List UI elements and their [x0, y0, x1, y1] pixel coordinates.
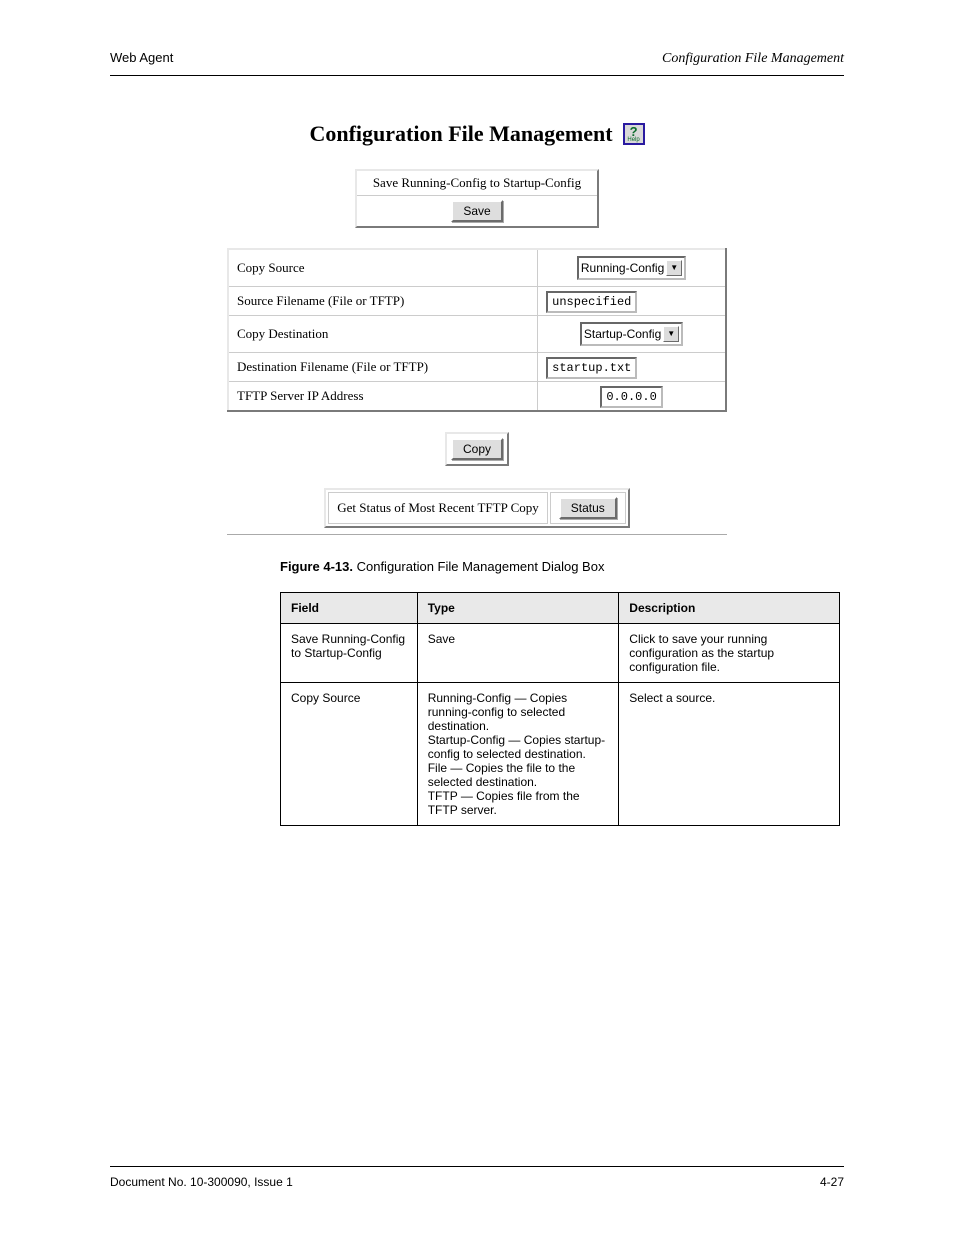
source-filename-input[interactable]: unspecified: [546, 291, 637, 313]
header-left: Web Agent: [110, 50, 173, 65]
status-caption: Get Status of Most Recent TFTP Copy: [328, 492, 548, 524]
label-copy-source: Copy Source: [228, 249, 538, 287]
th-description: Description: [619, 593, 840, 624]
header-right: Configuration File Management: [662, 51, 844, 67]
save-config-panel: Save Running-Config to Startup-Config Sa…: [355, 169, 599, 228]
save-button[interactable]: Save: [451, 200, 502, 222]
copy-button[interactable]: Copy: [451, 438, 503, 460]
help-icon[interactable]: ? Help: [623, 123, 645, 145]
th-field: Field: [281, 593, 418, 624]
figure-caption: Figure 4-13. Configuration File Manageme…: [280, 559, 844, 574]
page-footer: Document No. 10-300090, Issue 1 4-27: [110, 1166, 844, 1189]
panel-title: Configuration File Management: [309, 121, 612, 147]
footer-left: Document No. 10-300090, Issue 1: [110, 1175, 293, 1189]
field-description-table: Field Type Description Save Running-Conf…: [280, 592, 840, 826]
save-config-caption: Save Running-Config to Startup-Config: [357, 171, 597, 196]
config-file-mgmt-panel: Configuration File Management ? Help Sav…: [227, 121, 727, 535]
th-type: Type: [417, 593, 619, 624]
footer-rule: [110, 1166, 844, 1167]
copy-button-frame: Copy: [445, 432, 509, 466]
tftp-ip-input[interactable]: 0.0.0.0: [600, 386, 662, 408]
status-panel: Get Status of Most Recent TFTP Copy Stat…: [324, 488, 630, 528]
label-tftp-ip: TFTP Server IP Address: [228, 382, 538, 412]
label-copy-destination: Copy Destination: [228, 316, 538, 353]
label-source-filename: Source Filename (File or TFTP): [228, 287, 538, 316]
destination-filename-input[interactable]: startup.txt: [546, 357, 637, 379]
copy-source-select[interactable]: Running-Config ▼: [577, 256, 686, 280]
chevron-down-icon: ▼: [663, 326, 679, 342]
copy-form-table: Copy Source Running-Config ▼ Source File…: [227, 248, 727, 412]
table-row: Copy Source Running-Config — Copies runn…: [281, 683, 840, 826]
footer-right: 4-27: [820, 1175, 844, 1189]
page-header: Web Agent Configuration File Management: [110, 50, 844, 67]
label-destination-filename: Destination Filename (File or TFTP): [228, 353, 538, 382]
header-rule: [110, 75, 844, 76]
table-row: Save Running-Config to Startup-Config Sa…: [281, 624, 840, 683]
status-button[interactable]: Status: [559, 497, 617, 519]
chevron-down-icon: ▼: [666, 260, 682, 276]
copy-destination-select[interactable]: Startup-Config ▼: [580, 322, 683, 346]
